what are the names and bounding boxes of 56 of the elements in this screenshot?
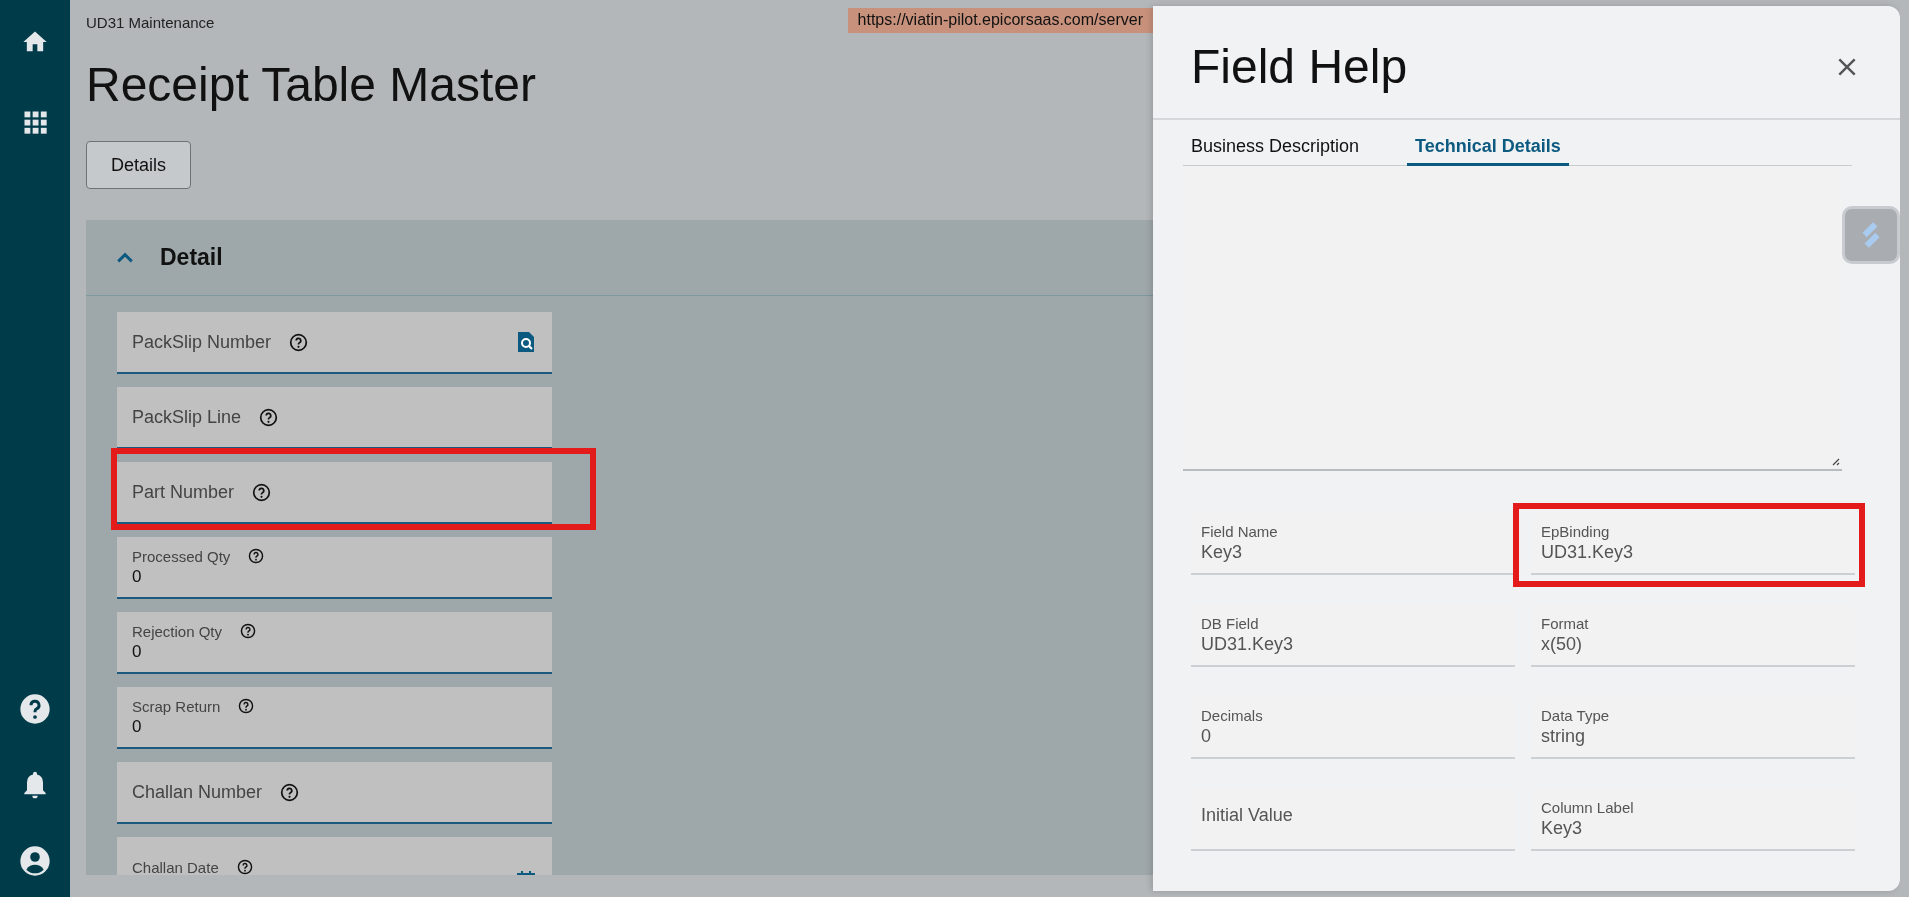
help-icon[interactable] bbox=[238, 698, 255, 714]
field-value: 0 bbox=[132, 641, 143, 662]
user-icon[interactable] bbox=[19, 845, 51, 877]
input-field[interactable]: PackSlip Line bbox=[117, 387, 552, 449]
field-label: EpBinding bbox=[1541, 523, 1611, 540]
field-label: Field Name bbox=[1201, 523, 1279, 540]
field-value: Key3 bbox=[1541, 818, 1584, 839]
section-title: Detail bbox=[160, 244, 223, 271]
resize-grip-icon[interactable] bbox=[1830, 456, 1841, 466]
help-icon[interactable] bbox=[252, 482, 272, 502]
chevron-icon[interactable] bbox=[116, 251, 134, 264]
field-label: Rejection Qty bbox=[132, 622, 223, 640]
field-value: UD31.Key3 bbox=[1541, 542, 1635, 563]
field-label: Scrap Return bbox=[132, 697, 221, 715]
tab[interactable]: Business Description bbox=[1183, 130, 1368, 166]
help-icon[interactable] bbox=[259, 407, 279, 427]
panel-title: Field Help bbox=[1191, 39, 1408, 95]
help-icon[interactable] bbox=[19, 693, 51, 725]
field-label: Part Number bbox=[132, 481, 235, 503]
input-field[interactable]: Challan Date bbox=[117, 837, 552, 875]
field-label: Challan Date bbox=[132, 858, 219, 875]
field-value: 0 bbox=[132, 566, 143, 587]
input-field[interactable]: Scrap Return 0 bbox=[117, 687, 552, 749]
field-label: Decimals bbox=[1201, 707, 1264, 724]
breadcrumb: UD31 Maintenance bbox=[86, 14, 215, 31]
input-field[interactable]: Processed Qty 0 bbox=[117, 537, 552, 599]
input-field[interactable]: Challan Number bbox=[117, 762, 552, 824]
field-label: Initial Value bbox=[1201, 804, 1294, 826]
section-header[interactable]: Detail bbox=[86, 220, 1153, 296]
page-title: Receipt Table Master bbox=[86, 57, 537, 113]
document-search-icon[interactable] bbox=[516, 331, 536, 353]
field-label: Data Type bbox=[1541, 707, 1611, 724]
field-value: UD31.Key3 bbox=[1201, 634, 1295, 655]
help-icon[interactable] bbox=[248, 548, 265, 564]
details-button[interactable]: Details bbox=[86, 141, 192, 189]
field-value: 0 bbox=[132, 716, 143, 737]
field-label: DB Field bbox=[1201, 615, 1260, 632]
field-label: PackSlip Line bbox=[132, 406, 242, 428]
help-icon[interactable] bbox=[280, 782, 300, 802]
input-field[interactable]: PackSlip Number bbox=[117, 312, 552, 374]
url-tooltip: https://viatin-pilot.epicorsaas.com/server bbox=[847, 8, 1153, 33]
field-label: PackSlip Number bbox=[132, 331, 272, 353]
field-label: Column Label bbox=[1541, 799, 1635, 816]
help-icon[interactable] bbox=[236, 859, 253, 875]
field-label: Processed Qty bbox=[132, 547, 231, 565]
field-label: Format bbox=[1541, 615, 1590, 632]
field-label: Challan Number bbox=[132, 781, 263, 803]
help-icon[interactable] bbox=[289, 332, 309, 352]
input-field[interactable]: Part Number bbox=[117, 462, 552, 524]
field-value: x(50) bbox=[1541, 634, 1583, 655]
close-icon[interactable] bbox=[1836, 56, 1858, 78]
input-field[interactable]: Rejection Qty 0 bbox=[117, 612, 552, 674]
field-value: 0 bbox=[1201, 726, 1212, 747]
field-value: Key3 bbox=[1201, 542, 1244, 563]
help-icon[interactable] bbox=[240, 623, 257, 639]
field-value: string bbox=[1541, 726, 1586, 747]
